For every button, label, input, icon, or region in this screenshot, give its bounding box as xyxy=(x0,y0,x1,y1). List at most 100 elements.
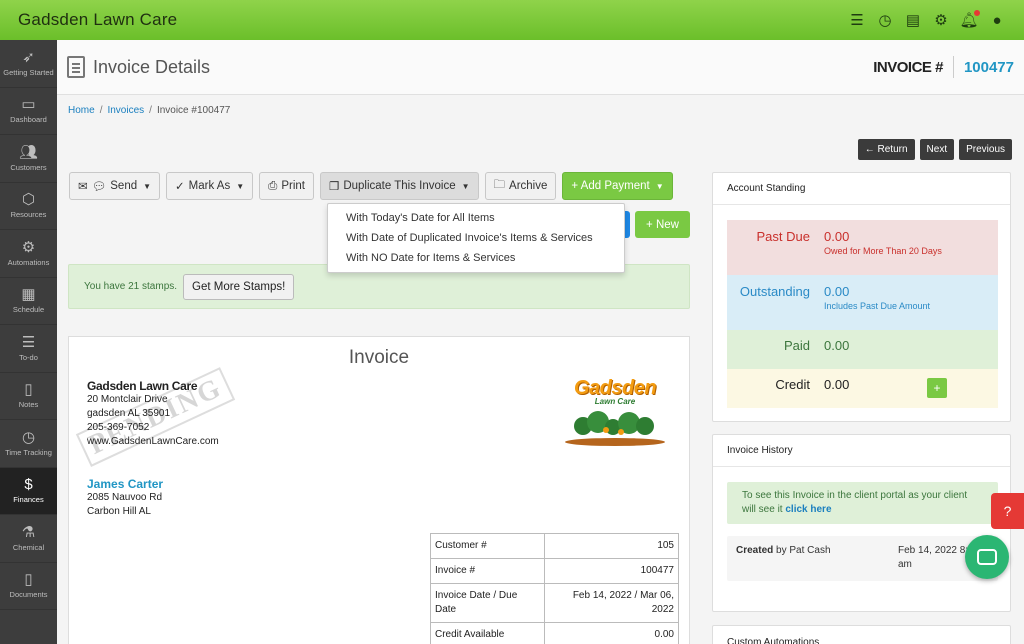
sidebar-item-chemical[interactable]: ⚗ Chemical xyxy=(0,515,57,563)
sms-icon: 💬︎ xyxy=(91,181,107,193)
info-label: Customer # xyxy=(429,533,546,559)
sidebar-item-documents[interactable]: ▯ Documents xyxy=(0,563,57,610)
new-button[interactable]: + New xyxy=(635,211,690,238)
past-due-note: Owed for More Than 20 Days xyxy=(824,246,942,256)
custom-automations-panel: Custom Automations xyxy=(712,625,1011,644)
client-portal-link[interactable]: click here xyxy=(785,504,831,515)
list-check-icon[interactable]: ☰ xyxy=(848,11,866,29)
chat-icon[interactable]: ▤ xyxy=(904,11,922,29)
company-address-line2: gadsden AL 35901 xyxy=(87,408,171,419)
users-icon: 👥︎ xyxy=(18,143,39,161)
clock-icon: ◷ xyxy=(21,428,36,446)
invoice-number-label: INVOICE # xyxy=(873,58,943,76)
archive-button[interactable]: 🗀︎ Archive xyxy=(484,172,557,200)
next-button[interactable]: Next xyxy=(919,139,955,160)
breadcrumb-home[interactable]: Home xyxy=(68,105,95,116)
chat-launcher-button[interactable] xyxy=(965,535,1009,579)
sidebar-item-customers[interactable]: 👥︎ Customers xyxy=(0,135,57,183)
flask-icon: ⚗ xyxy=(21,523,36,541)
sidebar-item-time-tracking[interactable]: ◷ Time Tracking xyxy=(0,420,57,468)
custom-automations-title: Custom Automations xyxy=(727,636,820,644)
outstanding-note: Includes Past Due Amount xyxy=(824,301,931,311)
page-header: Invoice Details INVOICE # 100477 xyxy=(57,40,1024,95)
trees-icon xyxy=(565,411,665,446)
get-more-stamps-button[interactable]: Get More Stamps! xyxy=(183,273,295,300)
info-value: 0.00 xyxy=(544,622,679,644)
folder-icon: 🗀︎ xyxy=(493,178,506,191)
invoice-info-table: Customer #105 Invoice #100477 Invoice Da… xyxy=(429,533,679,644)
info-label: Invoice Date / Due Date xyxy=(429,583,546,623)
gear-icon[interactable]: ⚙ xyxy=(932,11,950,29)
client-name[interactable]: James Carter xyxy=(87,477,163,491)
client-address-line1: 2085 Nauvoo Rd xyxy=(87,492,163,503)
document-icon: ▯ xyxy=(24,571,33,589)
bell-icon[interactable]: 🔔︎ xyxy=(959,10,980,29)
sidebar-item-resources[interactable]: ⬡ Resources xyxy=(0,183,57,230)
page-title: Invoice Details xyxy=(93,56,211,77)
client-address-line2: Carbon Hill AL xyxy=(87,506,151,517)
menu-item-no-date[interactable]: With NO Date for Items & Services xyxy=(328,248,624,268)
add-credit-button[interactable]: + xyxy=(927,378,947,398)
table-row: Customer #105 xyxy=(429,533,679,559)
breadcrumb-separator: / xyxy=(149,105,152,116)
invoice-number-value: 100477 xyxy=(963,58,1014,76)
sidebar-item-finances[interactable]: $ Finances xyxy=(0,467,57,515)
paid-label: Paid xyxy=(783,338,810,353)
sidebar-item-todo[interactable]: ☰ To-do xyxy=(0,325,57,373)
outstanding-row: Outstanding 0.00 Includes Past Due Amount xyxy=(727,275,998,330)
top-bar: Gadsden Lawn Care ☰ ◷ ▤ ⚙ 🔔︎ ● xyxy=(0,0,1024,40)
invoice-number-display: INVOICE # 100477 xyxy=(873,56,1014,78)
dollar-icon: $ xyxy=(24,476,33,494)
clock-icon[interactable]: ◷ xyxy=(876,11,894,29)
sidebar-item-schedule[interactable]: ▦ Schedule xyxy=(0,278,57,325)
record-nav: ← Return Next Previous xyxy=(857,139,1012,160)
sidebar-item-notes[interactable]: ▯ Notes xyxy=(0,373,57,420)
menu-item-duplicated-date[interactable]: With Date of Duplicated Invoice's Items … xyxy=(328,228,624,248)
company-address-line1: 20 Montclair Drive xyxy=(87,394,168,405)
menu-item-todays-date[interactable]: With Today's Date for All Items xyxy=(328,208,624,228)
table-row: Credit Available 0.00 xyxy=(429,622,679,644)
credit-label: Credit xyxy=(775,377,810,392)
check-icon: ✓ xyxy=(175,181,185,193)
mark-as-button[interactable]: ✓ Mark As ▼ xyxy=(166,172,254,200)
monitor-icon: ▭ xyxy=(21,96,36,114)
invoice-history-title: Invoice History xyxy=(713,435,1010,467)
info-label: Invoice # xyxy=(429,558,546,584)
paid-value: 0.00 xyxy=(824,338,850,353)
add-payment-button[interactable]: + Add Payment ▼ xyxy=(562,172,673,200)
info-value: 105 xyxy=(544,533,679,559)
sidebar-item-automations[interactable]: ⚙ Automations xyxy=(0,230,57,278)
top-icons: ☰ ◷ ▤ ⚙ 🔔︎ ● xyxy=(848,10,1006,29)
past-due-value: 0.00 xyxy=(824,229,850,244)
sidebar-item-dashboard[interactable]: ▭ Dashboard xyxy=(0,88,57,135)
sidebar: ➶ Getting Started ▭ Dashboard 👥︎ Customers … xyxy=(0,40,57,644)
table-row: Invoice Date / Due Date Feb 14, 2022 / Ma… xyxy=(429,583,679,623)
help-button[interactable]: ? xyxy=(991,493,1024,529)
copy-icon: ❐ xyxy=(329,181,340,193)
client-portal-note: To see this Invoice in the client portal… xyxy=(727,482,998,524)
return-button[interactable]: ← Return xyxy=(857,139,915,160)
app-title[interactable]: Gadsden Lawn Care xyxy=(18,10,177,30)
previous-button[interactable]: Previous xyxy=(959,139,1012,160)
created-date: Feb 14, 2022 8: xyxy=(898,545,969,556)
envelope-icon: ✉ xyxy=(78,181,88,193)
printer-icon: ⎙ xyxy=(268,179,278,192)
breadcrumb-invoices[interactable]: Invoices xyxy=(107,105,144,116)
duplicate-invoice-button[interactable]: ❐ Duplicate This Invoice ▼ xyxy=(320,172,479,200)
breadcrumb-separator: / xyxy=(99,105,103,116)
duplicate-invoice-menu: With Today's Date for All Items With Dat… xyxy=(327,203,625,273)
past-due-row: Past Due 0.00 Owed for More Than 20 Days xyxy=(727,220,998,275)
sidebar-item-getting-started[interactable]: ➶ Getting Started xyxy=(0,40,57,88)
paid-row: Paid 0.00 xyxy=(727,330,998,369)
invoice-doc-icon xyxy=(67,56,85,78)
user-icon[interactable]: ● xyxy=(988,11,1006,29)
send-button[interactable]: ✉ 💬︎ Send ▼ xyxy=(69,172,161,200)
invoice-toolbar: ✉ 💬︎ Send ▼ ✓ Mark As ▼ ⎙ Print ❐ Duplicate Thi… xyxy=(69,172,673,200)
help-icon: ? xyxy=(1003,503,1012,519)
invoice-history-panel: Invoice History To see this Invoice in t… xyxy=(712,434,1011,612)
account-standing-panel: Account Standing Past Due 0.00 Owed for M… xyxy=(712,172,1011,422)
chevron-down-icon: ▼ xyxy=(236,181,245,191)
company-website: www.GadsdenLawnCare.com xyxy=(87,436,219,447)
chevron-down-icon: ▼ xyxy=(143,181,152,191)
print-button[interactable]: ⎙ Print xyxy=(259,172,314,200)
